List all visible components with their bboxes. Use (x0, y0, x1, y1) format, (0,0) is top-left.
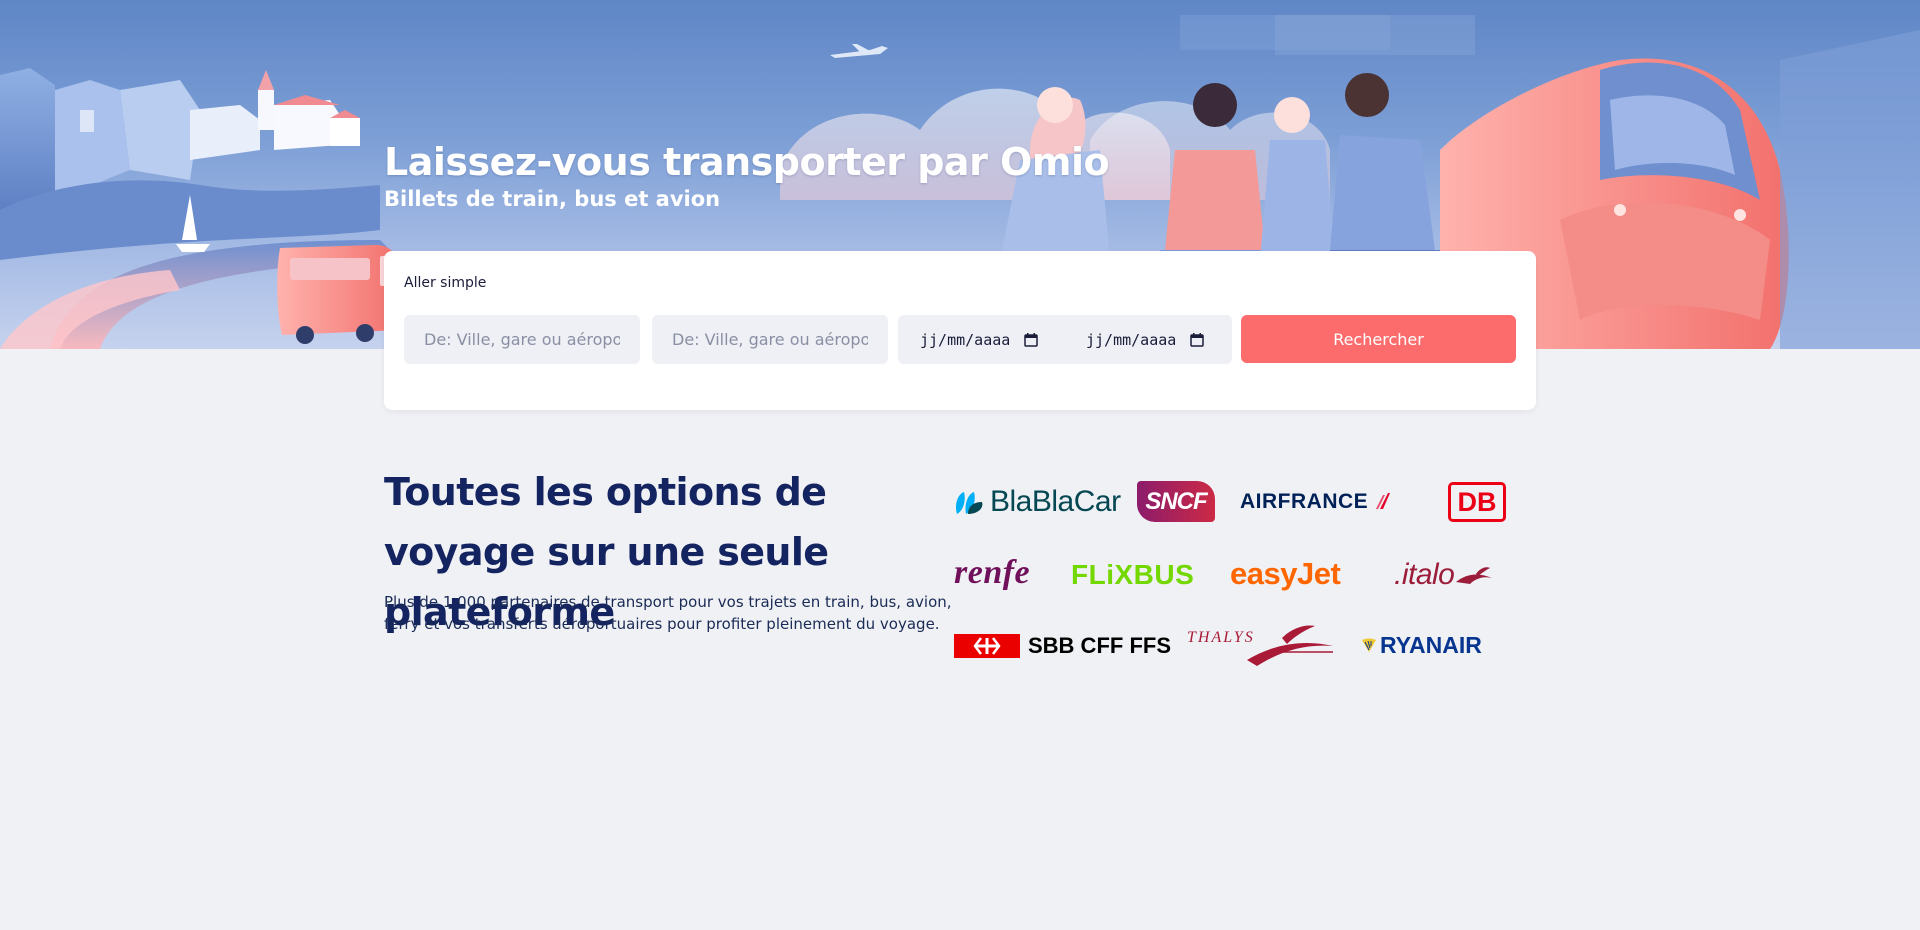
logo-text: DB (1457, 486, 1497, 517)
air-france-stripe-icon (1376, 493, 1391, 509)
hero-title: Laissez-vous transporter par Omio (384, 140, 1110, 184)
bus-illustration (277, 245, 400, 344)
logo-text: SNCF (1145, 487, 1207, 515)
logo-text: RYANAIR (1380, 631, 1482, 658)
return-date-value: jj/mm/aaaa (1086, 330, 1177, 349)
italo-hare-icon (1456, 567, 1493, 584)
airplane-icon (830, 44, 888, 58)
logo-text: AIRFRANCE (1240, 489, 1369, 513)
logo-db: DB (1448, 482, 1506, 522)
calendar-icon[interactable] (1190, 332, 1205, 347)
calendar-icon[interactable] (1024, 332, 1039, 347)
departure-date-input[interactable]: jj/mm/aaaa (920, 315, 1039, 364)
logo-text: SBB CFF FFS (1028, 633, 1171, 658)
logo-sncf: SNCF (1137, 481, 1215, 522)
search-form: Aller simple jj/mm/aaaa jj/mm/aaaa Reche… (384, 251, 1536, 410)
logo-text: easyJet (1230, 555, 1341, 591)
departure-date-value: jj/mm/aaaa (920, 330, 1011, 349)
logo-text: THALYS (1187, 629, 1255, 646)
date-fields: jj/mm/aaaa jj/mm/aaaa (898, 315, 1232, 364)
logo-easyjet: easyJet (1230, 555, 1341, 591)
search-button[interactable]: Rechercher (1241, 315, 1516, 363)
logo-blablacar: BlaBlaCar (954, 484, 1121, 520)
from-input[interactable] (404, 315, 640, 364)
logo-sbb: SBB CFF FFS (954, 634, 1171, 658)
logo-air-france: AIRFRANCE (1240, 489, 1391, 513)
logo-text: FLiXBUS (1071, 559, 1195, 590)
partners-description: Plus de 1 000 partenaires de transport p… (384, 593, 952, 633)
trip-type-selector[interactable]: Aller simple (404, 275, 486, 291)
logo-thalys: THALYS (1187, 622, 1335, 666)
sbb-flag-icon (954, 634, 1020, 658)
logo-italo: .italo (1394, 558, 1494, 592)
logo-text: BlaBlaCar (990, 485, 1121, 518)
logo-flixbus: FLiXBUS (1071, 560, 1194, 590)
logo-renfe: renfe (954, 555, 1030, 591)
logo-ryanair: RYANAIR (1360, 632, 1482, 658)
logo-text: .italo (1394, 558, 1455, 591)
to-input[interactable] (652, 315, 888, 364)
ryanair-harp-icon (1362, 638, 1376, 652)
blablacar-mark-icon (955, 492, 983, 514)
return-date-input[interactable]: jj/mm/aaaa (1086, 315, 1205, 364)
logo-text: renfe (954, 554, 1031, 591)
hero-subtitle: Billets de train, bus et avion (384, 187, 721, 211)
